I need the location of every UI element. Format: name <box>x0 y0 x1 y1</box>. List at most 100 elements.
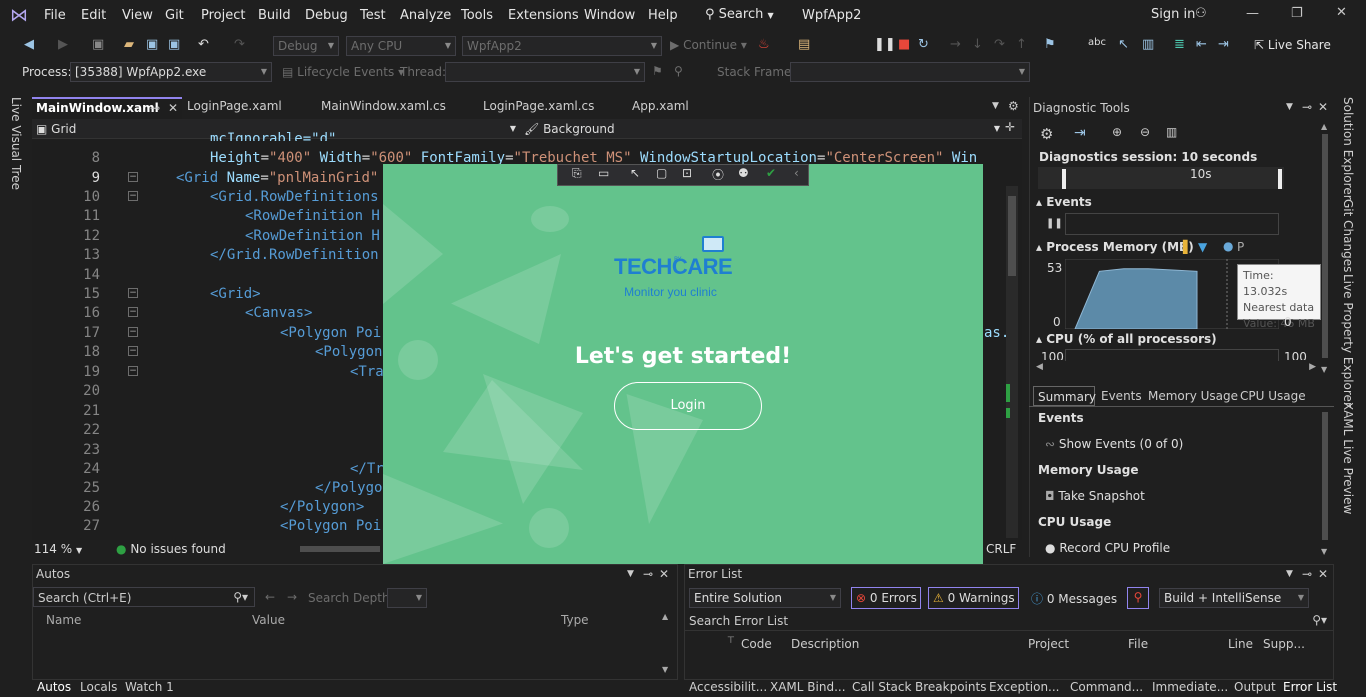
pin-icon[interactable]: ⊸ <box>150 101 160 115</box>
step-out-icon[interactable]: ↑ <box>1016 37 1027 52</box>
scroll-thumb[interactable] <box>1322 412 1328 540</box>
pause-icon[interactable]: ❚❚ <box>874 37 896 52</box>
col-header-description[interactable]: Description <box>791 637 859 651</box>
close-icon[interactable]: ✕ <box>1318 100 1328 114</box>
git-changes-tab[interactable]: Git Changes <box>1341 199 1355 272</box>
menu-item-window[interactable]: Window <box>584 8 635 23</box>
tab-autos[interactable]: Autos <box>37 680 71 694</box>
menu-item-file[interactable]: File <box>44 8 66 23</box>
save-icon[interactable]: ▣ <box>146 37 158 52</box>
col-header-value[interactable]: Value <box>252 613 285 627</box>
vs-logo-icon[interactable]: ⋈ <box>10 6 32 26</box>
col-header-file[interactable]: File <box>1128 637 1148 651</box>
close-icon[interactable]: ✕ <box>659 567 669 581</box>
editor-vertical-scrollbar[interactable] <box>1006 186 1018 538</box>
tab-overflow-icon[interactable]: ▼ <box>992 101 999 111</box>
messages-filter-button[interactable]: ⓘ 0 Messages <box>1027 587 1121 609</box>
chevron-down-icon[interactable]: ▼ <box>1286 569 1293 579</box>
back-icon[interactable]: ◀ <box>24 37 34 52</box>
diag-tab-events[interactable]: Events <box>1101 389 1142 403</box>
fold-toggle[interactable]: − <box>128 307 138 317</box>
col-header-suppression[interactable]: Supp... <box>1263 637 1305 651</box>
collapse-toolbar-icon[interactable]: ‹ <box>794 166 799 180</box>
range-end-handle[interactable] <box>1278 169 1282 189</box>
error-search-input[interactable]: Search Error List ⚲▾ <box>685 611 1333 631</box>
tab-locals[interactable]: Locals <box>80 680 117 694</box>
lifecycle-events-button[interactable]: ▤ Lifecycle Events ▾ <box>282 65 404 79</box>
settings-gear-icon[interactable]: ⚙ <box>1008 99 1019 113</box>
select-element-icon[interactable]: ↖ <box>630 166 640 180</box>
redo-icon[interactable]: ↷ <box>234 37 245 52</box>
fold-toggle[interactable]: − <box>128 366 138 376</box>
tab-loginpage-xaml[interactable]: LoginPage.xaml <box>187 99 282 113</box>
live-visual-tree-tab[interactable]: Live Visual Tree <box>9 97 23 190</box>
zoom-out-icon[interactable]: ⊖ <box>1140 125 1150 139</box>
display-layout-adorners-icon[interactable]: ▢ <box>656 166 667 180</box>
pin-icon[interactable]: ⊸ <box>1302 567 1312 581</box>
solution-explorer-tab[interactable]: Solution Explorer <box>1341 97 1355 200</box>
tab-watch-1[interactable]: Watch 1 <box>125 680 174 694</box>
member-scope-select[interactable]: 🖌 Background ▼ <box>524 122 1000 136</box>
tab-mainwindow-xaml-cs[interactable]: MainWindow.xaml.cs <box>321 99 446 113</box>
restore-icon[interactable]: ❐ <box>1291 6 1303 21</box>
menu-item-view[interactable]: View <box>122 8 153 23</box>
autos-search-input[interactable]: Search (Ctrl+E) ⚲▾ <box>33 587 255 607</box>
tab-exception-settings[interactable]: Exception... <box>989 680 1060 694</box>
diag-vertical-scrollbar[interactable]: ▲ ▼ <box>1319 120 1331 376</box>
forward-arrow-icon[interactable]: → <box>287 590 297 604</box>
open-folder-icon[interactable]: ▰ <box>124 37 134 52</box>
breakpoint-icon[interactable]: ⚑ <box>1044 37 1056 52</box>
scroll-thumb[interactable] <box>1322 134 1328 358</box>
xaml-live-preview-tab[interactable]: XAML Live Preview <box>1341 402 1355 514</box>
fold-toggle[interactable]: − <box>128 327 138 337</box>
issues-indicator[interactable]: ● No issues found <box>116 542 226 556</box>
diag-tab-cpu-usage[interactable]: CPU Usage <box>1240 389 1306 403</box>
sign-in-link[interactable]: Sign in <box>1151 7 1195 22</box>
tab-mainwindow-xaml[interactable]: MainWindow.xaml ⊸ ✕ <box>32 97 182 119</box>
menu-item-edit[interactable]: Edit <box>81 8 106 23</box>
step-into-icon[interactable]: ↓ <box>972 37 983 52</box>
outdent-icon[interactable]: ⇥ <box>1218 37 1229 52</box>
scope-select[interactable]: Entire Solution ▼ <box>689 588 841 608</box>
filter-icon[interactable]: ⚲ <box>1127 587 1149 609</box>
chevron-down-icon[interactable]: ▼ <box>627 569 634 579</box>
close-icon[interactable]: ✕ <box>1336 5 1347 20</box>
tab-breakpoints[interactable]: Breakpoints <box>915 680 986 694</box>
menu-item-test[interactable]: Test <box>360 8 386 23</box>
binding-failures-icon[interactable]: ⦿ <box>712 166 724 183</box>
record-cpu-profile-button[interactable]: ● Record CPU Profile <box>1045 541 1170 555</box>
process-select[interactable]: [35388] WpfApp2.exe ▼ <box>70 62 272 82</box>
errors-filter-button[interactable]: ⊗ 0 Errors <box>851 587 921 609</box>
new-project-icon[interactable]: ▣ <box>92 37 104 52</box>
stack-frame-select[interactable]: ▼ <box>790 62 1030 82</box>
range-start-handle[interactable] <box>1062 169 1066 189</box>
show-events-link[interactable]: ∾ Show Events (0 of 0) <box>1045 437 1183 451</box>
record-icon[interactable]: ▭ <box>598 166 609 180</box>
menu-item-extensions[interactable]: Extensions <box>508 8 579 23</box>
summary-vertical-scrollbar[interactable]: ▼ <box>1319 408 1331 556</box>
col-header-name[interactable]: Name <box>46 613 81 627</box>
autos-scrollbar[interactable]: ▲ ▼ <box>662 610 674 676</box>
menu-item-git[interactable]: Git <box>165 8 184 23</box>
menu-item-build[interactable]: Build <box>258 8 291 23</box>
menu-item-project[interactable]: Project <box>201 8 245 23</box>
forward-icon[interactable]: ▶ <box>58 37 68 52</box>
line-ending[interactable]: CRLF <box>986 542 1016 556</box>
minimize-icon[interactable]: — <box>1246 6 1259 21</box>
fold-toggle[interactable]: − <box>128 346 138 356</box>
tab-accessibility[interactable]: Accessibilit... <box>689 680 767 694</box>
menu-item-tools[interactable]: Tools <box>461 8 493 23</box>
warnings-filter-button[interactable]: ⚠ 0 Warnings <box>928 587 1019 609</box>
hot-reload-icon[interactable]: ♨ <box>758 37 770 52</box>
chevron-down-icon[interactable]: ▼ <box>1286 102 1293 112</box>
horizontal-scrollbar[interactable] <box>300 546 380 552</box>
chart-icon[interactable]: ▥ <box>1166 125 1177 139</box>
close-tab-icon[interactable]: ✕ <box>168 101 178 115</box>
menu-item-help[interactable]: Help <box>648 8 678 23</box>
col-header-project[interactable]: Project <box>1028 637 1069 651</box>
live-property-explorer-tab[interactable]: Live Property Explorer <box>1341 274 1355 407</box>
col-header-type[interactable]: Type <box>561 613 589 627</box>
menu-item-debug[interactable]: Debug <box>305 8 348 23</box>
tab-error-list[interactable]: Error List <box>1283 680 1337 694</box>
filter-icon[interactable]: ⚲ <box>674 64 683 78</box>
